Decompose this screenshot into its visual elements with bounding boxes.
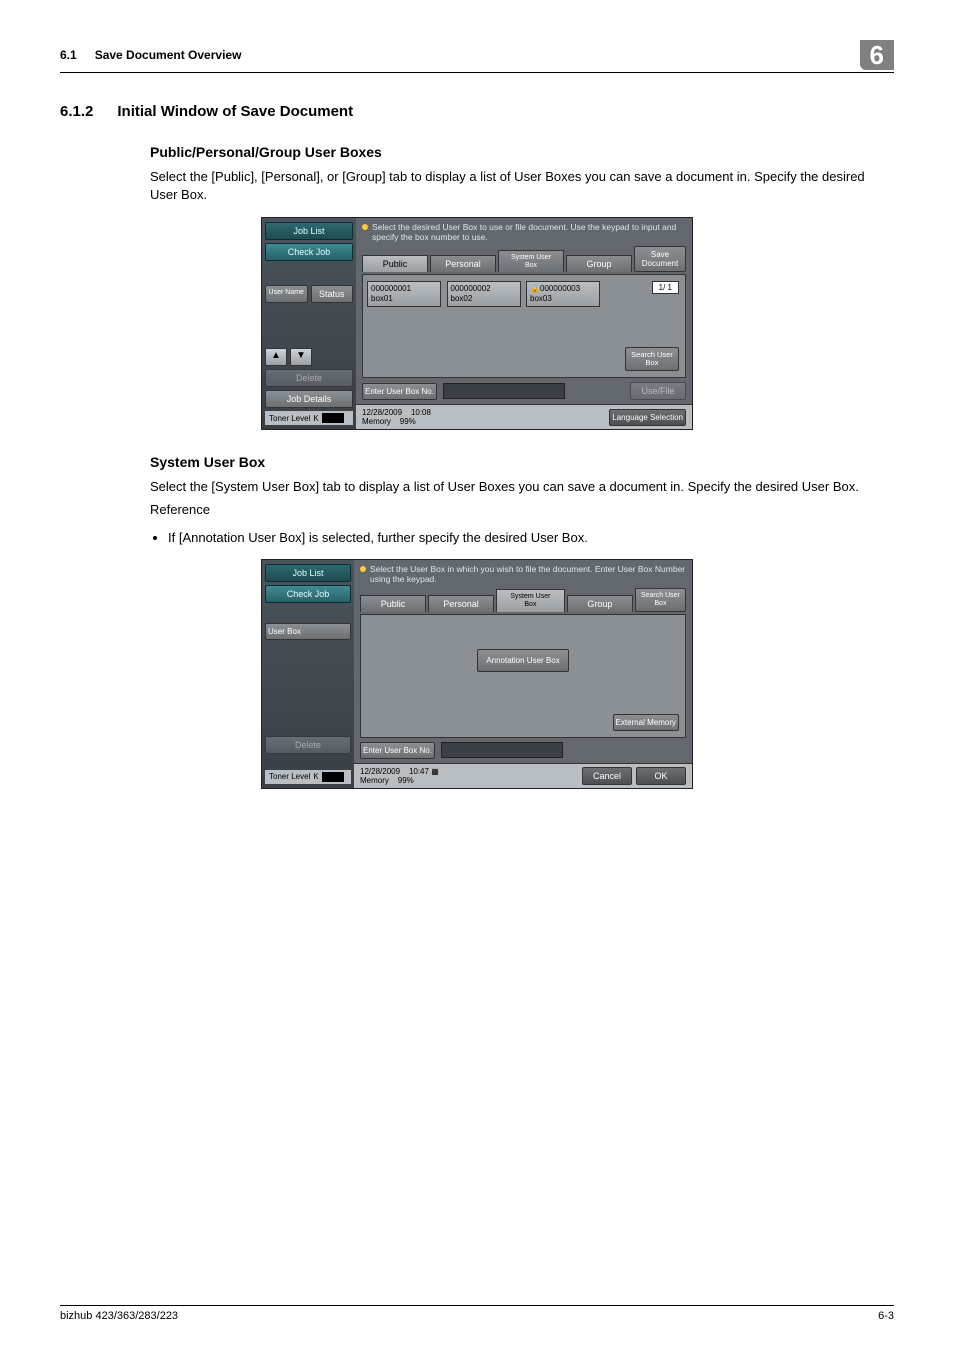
annotation-user-box-button[interactable]: Annotation User Box	[477, 649, 568, 673]
tab-group[interactable]: Group	[567, 595, 633, 612]
page-indicator: 1/ 1	[652, 281, 679, 294]
toner-bar-icon	[322, 413, 344, 423]
reference-label: Reference	[150, 502, 894, 517]
check-job-button[interactable]: Check Job	[265, 585, 351, 603]
ok-button[interactable]: OK	[636, 767, 686, 785]
toner-level: Toner Level K	[265, 411, 353, 425]
tab-system[interactable]: System User Box	[498, 250, 564, 272]
use-file-button[interactable]: Use/File	[630, 382, 686, 400]
toner-bar-icon	[322, 772, 344, 782]
status-bar: 12/28/2009 10:08 Memory 99% Language Sel…	[356, 404, 692, 429]
status-bar: 12/28/2009 10:47 ▦ Memory 99% Cancel OK	[354, 763, 692, 788]
toner-level: Toner Level K	[265, 770, 351, 784]
tab-personal[interactable]: Personal	[428, 595, 494, 612]
user-name-col: User Name	[265, 285, 308, 303]
status-icon: ▦	[431, 767, 439, 776]
search-user-box-button[interactable]: Search User Box	[625, 347, 679, 372]
tab-public[interactable]: Public	[360, 595, 426, 612]
arrow-up-icon[interactable]: ▲	[265, 348, 287, 366]
enter-box-row: Enter User Box No. Use/File	[356, 378, 692, 404]
user-box-item[interactable]: 000000002 box02	[447, 281, 521, 306]
page-header: 6.1 Save Document Overview 6	[60, 40, 894, 73]
chapter-badge: 6	[860, 40, 894, 70]
body-system: Select the [System User Box] tab to disp…	[150, 478, 894, 496]
job-list-button[interactable]: Job List	[265, 222, 353, 240]
status-col: Status	[311, 285, 354, 303]
reference-bullet: If [Annotation User Box] is selected, fu…	[168, 530, 894, 545]
reference-list: If [Annotation User Box] is selected, fu…	[150, 530, 894, 545]
guidance-message: Select the desired User Box to use or fi…	[362, 222, 686, 242]
user-box-item[interactable]: 000000001 box01	[367, 281, 441, 306]
user-box-col: User Box	[265, 623, 351, 640]
box-number-input[interactable]	[443, 383, 565, 399]
enter-box-row: Enter User Box No.	[354, 738, 692, 763]
delete-button[interactable]: Delete	[265, 736, 351, 754]
job-details-button[interactable]: Job Details	[265, 390, 353, 408]
search-user-box-button[interactable]: Search User Box	[635, 588, 686, 611]
tab-personal[interactable]: Personal	[430, 255, 496, 272]
arrow-down-icon[interactable]: ▼	[290, 348, 312, 366]
guidance-message: Select the User Box in which you wish to…	[360, 564, 686, 584]
box-number-input[interactable]	[441, 742, 563, 758]
header-section: 6.1	[60, 48, 77, 62]
info-icon	[362, 224, 368, 230]
save-document-button[interactable]: Save Document	[634, 246, 686, 272]
subhead-system: System User Box	[150, 454, 894, 470]
subhead-public: Public/Personal/Group User Boxes	[150, 144, 894, 160]
delete-button[interactable]: Delete	[265, 369, 353, 387]
enter-box-label: Enter User Box No.	[360, 742, 435, 759]
tab-group[interactable]: Group	[566, 255, 632, 272]
section-heading: 6.1.2 Initial Window of Save Document	[60, 103, 894, 120]
header-title: Save Document Overview	[95, 48, 860, 62]
tab-system[interactable]: System User Box	[496, 589, 565, 611]
screenshot-public: Job List Check Job User Name Status ▲ ▼ …	[261, 217, 693, 430]
box-list-panel: Annotation User Box External Memory	[360, 614, 686, 738]
page-footer: bizhub 423/363/283/223 6-3	[60, 1305, 894, 1322]
job-list-button[interactable]: Job List	[265, 564, 351, 582]
section-number: 6.1.2	[60, 103, 93, 120]
footer-left: bizhub 423/363/283/223	[60, 1310, 178, 1322]
enter-box-label: Enter User Box No.	[362, 383, 437, 400]
section-title: Initial Window of Save Document	[117, 103, 353, 120]
scroll-arrows: ▲ ▼	[265, 348, 353, 366]
external-memory-button[interactable]: External Memory	[613, 714, 679, 731]
screenshot-system: Job List Check Job User Box Delete Toner…	[261, 559, 693, 789]
body-public: Select the [Public], [Personal], or [Gro…	[150, 168, 894, 203]
box-list-panel: 000000001 box01 000000002 box02 🔒0000000…	[362, 274, 686, 378]
language-selection-button[interactable]: Language Selection	[609, 409, 686, 426]
lock-icon: 🔒	[530, 284, 540, 293]
info-icon	[360, 566, 366, 572]
user-box-item[interactable]: 🔒000000003 box03	[526, 281, 600, 306]
check-job-button[interactable]: Check Job	[265, 243, 353, 261]
footer-right: 6-3	[878, 1310, 894, 1322]
tab-public[interactable]: Public	[362, 255, 428, 272]
cancel-button[interactable]: Cancel	[582, 767, 632, 785]
